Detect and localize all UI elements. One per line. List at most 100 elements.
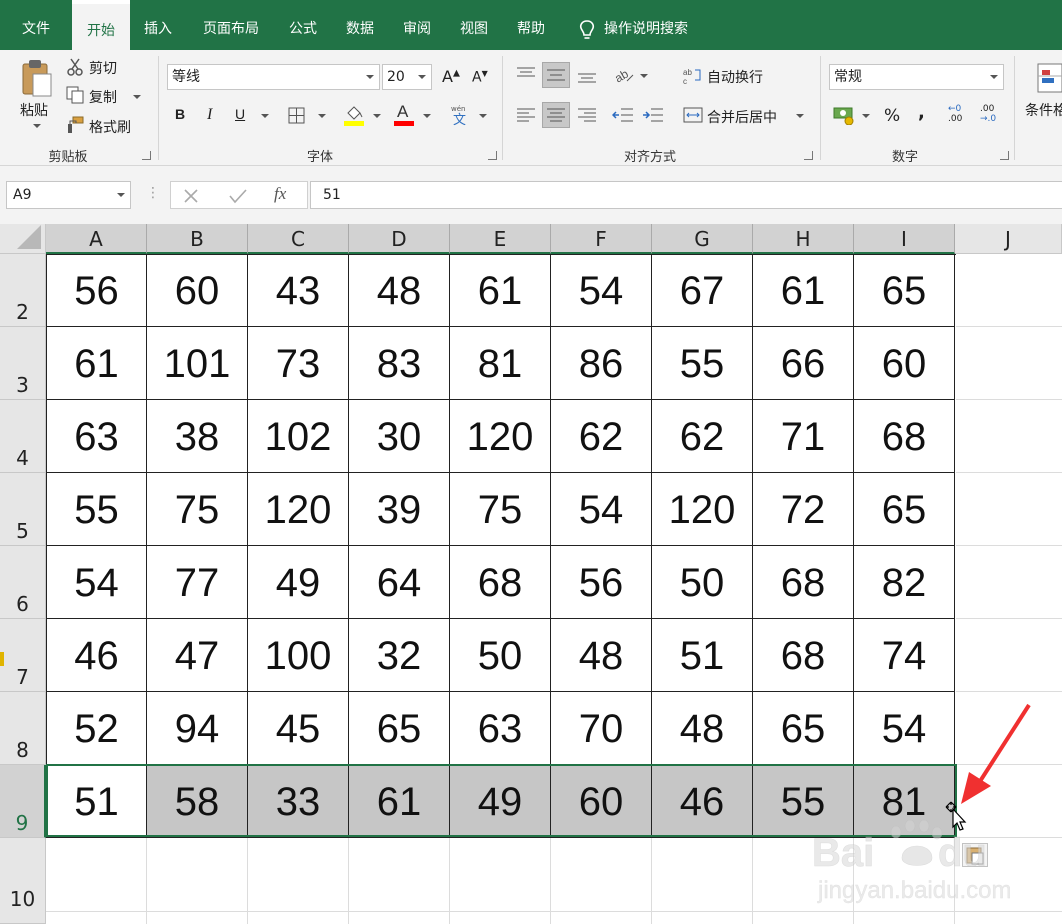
orientation-icon[interactable]: ab: [612, 64, 635, 85]
lightbulb-icon[interactable]: [578, 20, 596, 42]
cell-h8[interactable]: 65: [753, 692, 854, 765]
cell-e7[interactable]: 50: [450, 619, 551, 692]
wrap-text-button[interactable]: 自动换行: [707, 67, 763, 87]
cell-g3[interactable]: 55: [652, 327, 753, 400]
cell-i4[interactable]: 68: [854, 400, 955, 473]
fill-color-icon[interactable]: [343, 104, 365, 126]
cell-g7[interactable]: 51: [652, 619, 753, 692]
cell-b7[interactable]: 47: [147, 619, 248, 692]
cell-i5[interactable]: 65: [854, 473, 955, 546]
cell-e8[interactable]: 63: [450, 692, 551, 765]
cell-g8[interactable]: 48: [652, 692, 753, 765]
cell-i7[interactable]: 74: [854, 619, 955, 692]
search-box[interactable]: 操作说明搜索: [604, 0, 708, 50]
cell-c5[interactable]: 120: [248, 473, 349, 546]
cell-j7[interactable]: [956, 619, 1062, 692]
cell-g5[interactable]: 120: [652, 473, 753, 546]
tab-insert[interactable]: 插入: [134, 0, 182, 50]
cell-h7[interactable]: 68: [753, 619, 854, 692]
name-box[interactable]: A9: [6, 181, 131, 209]
cell-b9[interactable]: 58: [147, 765, 248, 838]
merge-center-button[interactable]: 合并后居中: [707, 107, 777, 127]
cell-f5[interactable]: 54: [551, 473, 652, 546]
row-header-10[interactable]: 10: [0, 838, 46, 924]
cell-a9[interactable]: 51: [46, 765, 147, 838]
cell-j2[interactable]: [956, 254, 1062, 327]
select-all-button[interactable]: [0, 224, 46, 254]
merge-dropdown-icon[interactable]: [796, 114, 804, 118]
increase-indent-icon[interactable]: [642, 106, 664, 124]
cell-e9[interactable]: 49: [450, 765, 551, 838]
cell-b3[interactable]: 101: [147, 327, 248, 400]
cell-g4[interactable]: 62: [652, 400, 753, 473]
cell-d8[interactable]: 65: [349, 692, 450, 765]
cell-e3[interactable]: 81: [450, 327, 551, 400]
cell-e4[interactable]: 120: [450, 400, 551, 473]
increase-decimal-icon[interactable]: ←0 .00: [948, 104, 970, 128]
cell-a5[interactable]: 55: [46, 473, 147, 546]
row-header-5[interactable]: 5: [0, 473, 46, 546]
cell-b2[interactable]: 60: [147, 254, 248, 327]
middle-align-button[interactable]: [542, 62, 570, 88]
cell-d2[interactable]: 48: [349, 254, 450, 327]
font-color-dropdown-icon[interactable]: [423, 114, 431, 118]
align-right-icon[interactable]: [577, 106, 597, 124]
cell-h5[interactable]: 72: [753, 473, 854, 546]
cell-c4[interactable]: 102: [248, 400, 349, 473]
cut-button[interactable]: 剪切: [89, 58, 117, 78]
decrease-indent-icon[interactable]: [611, 106, 634, 124]
cell-c9[interactable]: 33: [248, 765, 349, 838]
cell-i8[interactable]: 54: [854, 692, 955, 765]
column-header-j[interactable]: J: [955, 224, 1062, 254]
cell-h4[interactable]: 71: [753, 400, 854, 473]
cell-c7[interactable]: 100: [248, 619, 349, 692]
column-header-e[interactable]: E: [450, 224, 551, 254]
cell-b4[interactable]: 38: [147, 400, 248, 473]
cell-f3[interactable]: 86: [551, 327, 652, 400]
cell-h6[interactable]: 68: [753, 546, 854, 619]
cell-e2[interactable]: 61: [450, 254, 551, 327]
accounting-format-icon[interactable]: [833, 105, 857, 126]
cell-a6[interactable]: 54: [46, 546, 147, 619]
borders-dropdown-icon[interactable]: [318, 114, 326, 118]
increase-font-size-button[interactable]: A▲: [442, 67, 460, 86]
column-header-b[interactable]: B: [147, 224, 248, 254]
tab-home[interactable]: 开始: [72, 0, 130, 50]
phonetic-guide-icon[interactable]: wén 文: [450, 104, 470, 128]
font-launcher-icon[interactable]: [488, 151, 497, 160]
column-header-c[interactable]: C: [248, 224, 349, 254]
font-name-select[interactable]: 等线: [167, 64, 380, 90]
cell-h3[interactable]: 66: [753, 327, 854, 400]
cell-f8[interactable]: 70: [551, 692, 652, 765]
cell-a2[interactable]: 56: [46, 254, 147, 327]
tab-help[interactable]: 帮助: [506, 0, 556, 50]
cell-j5[interactable]: [956, 473, 1062, 546]
copy-button[interactable]: 复制: [89, 87, 117, 107]
cell-b5[interactable]: 75: [147, 473, 248, 546]
column-header-f[interactable]: F: [551, 224, 652, 254]
cell-e5[interactable]: 75: [450, 473, 551, 546]
cell-a8[interactable]: 52: [46, 692, 147, 765]
cell-b6[interactable]: 77: [147, 546, 248, 619]
underline-button[interactable]: U: [235, 106, 245, 122]
tab-page-layout[interactable]: 页面布局: [190, 0, 272, 50]
align-center-button[interactable]: [542, 102, 570, 128]
cell-h2[interactable]: 61: [753, 254, 854, 327]
chevron-down-icon[interactable]: [117, 193, 125, 197]
cell-j6[interactable]: [956, 546, 1062, 619]
bottom-align-icon[interactable]: [577, 66, 597, 84]
underline-dropdown-icon[interactable]: [261, 114, 269, 118]
cell-f2[interactable]: 54: [551, 254, 652, 327]
decrease-decimal-icon[interactable]: .00 →.0: [980, 104, 1002, 128]
cell-g2[interactable]: 67: [652, 254, 753, 327]
decrease-font-size-button[interactable]: A▼: [472, 69, 488, 86]
copy-dropdown-icon[interactable]: [133, 95, 141, 99]
cell-d9[interactable]: 61: [349, 765, 450, 838]
fill-color-dropdown-icon[interactable]: [373, 114, 381, 118]
row-header-8[interactable]: 8: [0, 692, 46, 765]
accounting-dropdown-icon[interactable]: [862, 114, 870, 118]
conditional-format-button[interactable]: 条件格: [1025, 100, 1062, 120]
cell-f6[interactable]: 56: [551, 546, 652, 619]
cell-g6[interactable]: 50: [652, 546, 753, 619]
cell-a4[interactable]: 63: [46, 400, 147, 473]
